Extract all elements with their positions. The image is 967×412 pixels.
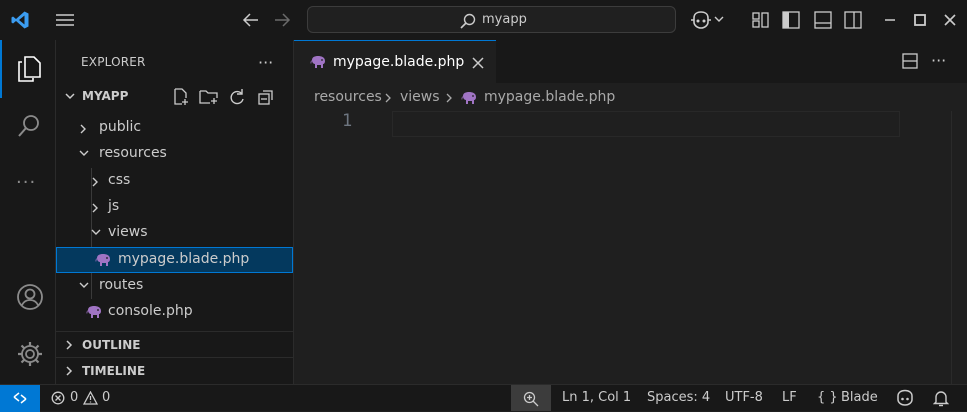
chevron-down-icon[interactable] <box>713 14 733 34</box>
activity-bar: ··· <box>0 40 56 384</box>
chevron-right-icon <box>445 92 453 104</box>
timeline-section-header[interactable]: TIMELINE <box>56 357 293 384</box>
tree-item-label: public <box>99 119 142 135</box>
indentation[interactable]: Spaces: 4 <box>647 390 710 405</box>
toggle-primary-sidebar-icon[interactable] <box>781 10 801 30</box>
zoom-in-icon <box>523 391 539 407</box>
remote-icon <box>12 391 28 405</box>
copilot-icon[interactable] <box>690 10 711 30</box>
maximize-icon[interactable] <box>910 10 930 30</box>
breadcrumb-item[interactable]: resources <box>314 89 382 105</box>
close-icon[interactable] <box>940 10 960 30</box>
php-elephant-icon <box>460 91 478 105</box>
cursor-position[interactable]: Ln 1, Col 1 <box>562 390 631 405</box>
php-elephant-icon <box>85 305 103 319</box>
breadcrumb: resources views mypage.blade.php <box>294 83 967 111</box>
refresh-icon[interactable] <box>228 88 246 106</box>
editor-tab-bar: mypage.blade.php ··· <box>294 40 967 83</box>
back-arrow-icon[interactable] <box>241 10 261 30</box>
remote-indicator-button[interactable] <box>0 385 40 412</box>
folder-section-header[interactable]: MYAPP <box>56 83 293 109</box>
chevron-right-icon <box>90 202 100 214</box>
active-indicator <box>0 40 2 98</box>
new-folder-icon[interactable] <box>199 88 219 106</box>
breadcrumb-item[interactable]: mypage.blade.php <box>484 89 615 105</box>
current-line-highlight[interactable] <box>392 111 900 137</box>
tab-mypage-blade-php[interactable]: mypage.blade.php <box>294 40 496 83</box>
tree-item-js[interactable]: js <box>56 194 293 220</box>
tree-item-css[interactable]: css <box>56 168 293 194</box>
error-count[interactable]: 0 <box>70 390 78 405</box>
tree-item-console-php[interactable]: console.php <box>56 299 293 325</box>
chevron-right-icon <box>78 123 88 135</box>
chevron-right-icon <box>64 339 74 351</box>
chevron-right-icon <box>384 92 392 104</box>
command-center-search[interactable]: myapp <box>307 6 676 33</box>
tree-item-routes[interactable]: routes <box>56 273 293 299</box>
toggle-secondary-sidebar-icon[interactable] <box>843 10 863 30</box>
more-icon[interactable]: ··· <box>16 172 42 198</box>
language-mode[interactable]: Blade <box>841 390 878 405</box>
tree-item-label: js <box>108 198 120 214</box>
end-of-line[interactable]: LF <box>782 390 797 405</box>
timeline-label: TIMELINE <box>82 364 146 378</box>
customize-layout-icon[interactable] <box>751 10 771 30</box>
tree-item-public[interactable]: public <box>56 115 293 141</box>
close-icon[interactable] <box>471 56 485 70</box>
tree-item-views[interactable]: views <box>56 220 293 246</box>
chevron-down-icon <box>64 90 76 102</box>
outline-label: OUTLINE <box>82 338 141 352</box>
explorer-more-actions-button[interactable]: ··· <box>258 53 273 72</box>
explorer-icon[interactable] <box>16 55 42 82</box>
notifications-bell-icon[interactable] <box>933 389 949 407</box>
chevron-right-icon <box>90 176 100 188</box>
copilot-icon[interactable] <box>895 389 915 407</box>
status-bar: 0 0 Ln 1, Col 1 Spaces: 4 UTF-8 LF { } B… <box>0 384 967 412</box>
line-number: 1 <box>342 111 353 131</box>
error-icon[interactable] <box>51 391 65 405</box>
tree-item-resources[interactable]: resources <box>56 141 293 167</box>
php-elephant-icon <box>94 253 112 267</box>
tree-item-label: css <box>108 172 131 188</box>
search-icon <box>459 12 477 30</box>
tree-item-label: views <box>108 224 148 240</box>
explorer-sidebar: EXPLORER ··· MYAPP public resources css … <box>56 40 294 384</box>
search-icon[interactable] <box>16 113 42 139</box>
collapse-all-icon[interactable] <box>257 88 275 106</box>
more-actions-button[interactable]: ··· <box>931 51 946 70</box>
menu-icon[interactable] <box>55 10 75 30</box>
chevron-down-icon <box>90 228 102 238</box>
tree-item-mypage-blade-php[interactable]: mypage.blade.php <box>56 247 293 273</box>
search-text: myapp <box>482 12 527 27</box>
new-file-icon[interactable] <box>172 88 190 106</box>
language-braces-icon[interactable]: { } <box>817 390 838 405</box>
accounts-icon[interactable] <box>16 283 43 310</box>
minimize-icon[interactable] <box>880 10 900 30</box>
split-editor-icon[interactable] <box>901 53 919 69</box>
breadcrumb-item[interactable]: views <box>400 89 440 105</box>
php-elephant-icon <box>309 55 327 69</box>
tree-item-label: console.php <box>108 303 193 319</box>
forward-arrow-icon[interactable] <box>272 10 292 30</box>
toggle-panel-icon[interactable] <box>813 10 833 30</box>
tree-item-label: routes <box>99 277 144 293</box>
folder-name: MYAPP <box>82 89 129 103</box>
editor-scrollbar[interactable] <box>951 111 967 384</box>
explorer-title: EXPLORER <box>81 55 146 69</box>
chevron-down-icon <box>78 281 90 291</box>
title-bar: myapp <box>0 0 967 40</box>
tree-item-label: mypage.blade.php <box>118 251 250 267</box>
tree-item-label: resources <box>99 145 167 161</box>
manage-gear-icon[interactable] <box>16 340 42 366</box>
chevron-right-icon <box>64 365 74 377</box>
warning-icon[interactable] <box>83 391 98 405</box>
warning-count[interactable]: 0 <box>102 390 110 405</box>
chevron-down-icon <box>78 149 90 159</box>
tab-label: mypage.blade.php <box>333 54 465 70</box>
zoom-button[interactable] <box>511 385 551 411</box>
code-editor[interactable]: 1 <box>294 111 967 384</box>
outline-section-header[interactable]: OUTLINE <box>56 331 293 358</box>
encoding[interactable]: UTF-8 <box>725 390 763 405</box>
vscode-logo-icon <box>10 10 30 30</box>
